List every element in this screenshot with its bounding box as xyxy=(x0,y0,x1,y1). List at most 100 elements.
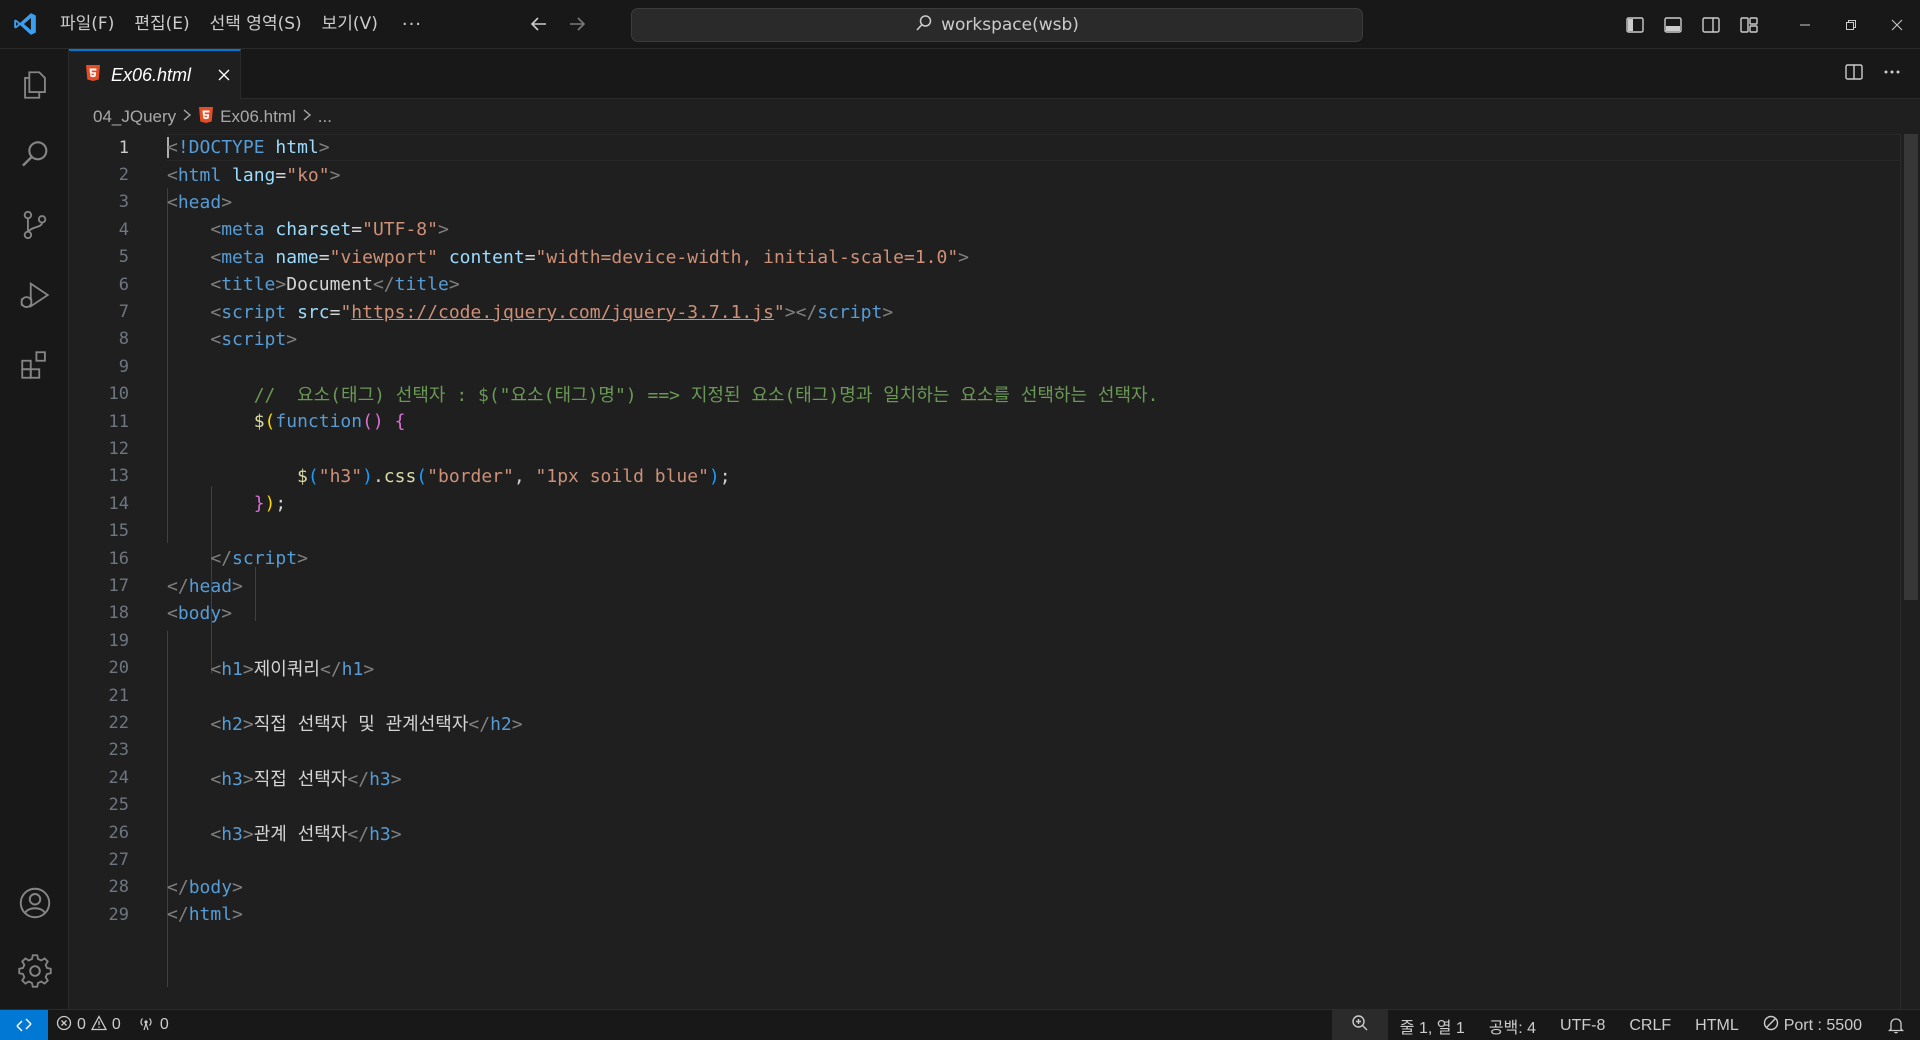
line-number: 26 xyxy=(108,822,129,843)
toggle-primary-sidebar-icon[interactable] xyxy=(1616,0,1654,49)
accounts-icon[interactable] xyxy=(0,869,69,937)
navigation-controls xyxy=(526,11,590,37)
indentation[interactable]: 공백: 4 xyxy=(1477,1010,1548,1040)
code-text: <h3>관계 선택자</h3> xyxy=(210,823,402,845)
source-control-icon[interactable] xyxy=(0,191,69,259)
code-text: </html> xyxy=(167,904,243,926)
notifications-bell-icon[interactable] xyxy=(1874,1010,1920,1040)
vertical-scrollbar[interactable] xyxy=(1900,134,1920,1009)
menu-selection[interactable]: 선택 영역(S) xyxy=(200,0,312,49)
line-number: 19 xyxy=(108,630,129,651)
command-center-search[interactable]: workspace(wsb) xyxy=(631,8,1363,42)
line-number: 17 xyxy=(108,576,129,597)
line-number: 29 xyxy=(108,904,129,925)
code-text: <head> xyxy=(167,191,233,213)
forward-arrow-icon[interactable] xyxy=(564,11,590,37)
code-line: 26 <h3>관계 선택자</h3> xyxy=(69,819,1909,846)
code-line: 27 xyxy=(69,846,1909,873)
line-number: 22 xyxy=(108,713,129,734)
line-number: 9 xyxy=(118,356,129,377)
ports-indicator[interactable]: 0 xyxy=(129,1010,177,1040)
code-line: 19 xyxy=(69,627,1909,654)
language-mode[interactable]: HTML xyxy=(1683,1010,1751,1040)
breadcrumb-symbol[interactable]: ... xyxy=(318,107,332,127)
code-text: <meta name="viewport" content="width=dev… xyxy=(210,246,970,268)
chevron-right-icon xyxy=(302,108,312,127)
run-debug-icon[interactable] xyxy=(0,261,69,329)
code-text: </body> xyxy=(167,876,243,898)
code-line: 3 <head> xyxy=(69,189,1909,216)
back-arrow-icon[interactable] xyxy=(526,11,552,37)
jquery-cdn-link[interactable]: https://code.jquery.com/jquery-3.7.1.js xyxy=(351,302,774,323)
editor-actions xyxy=(1844,49,1902,99)
status-bar-right: 줄 1, 열 1 공백: 4 UTF-8 CRLF HTML Port : 55… xyxy=(1331,1010,1920,1040)
line-number: 8 xyxy=(118,329,129,350)
more-actions-icon[interactable] xyxy=(1882,62,1902,86)
code-line: 5 <meta name="viewport" content="width=d… xyxy=(69,244,1909,271)
minimize-icon[interactable] xyxy=(1782,0,1828,49)
code-text: // 요소(태그) 선택자 : $("요소(태그)명") ==> 지정된 요소(… xyxy=(253,385,1159,407)
settings-gear-icon[interactable] xyxy=(0,937,69,1005)
code-line: 17 </head> xyxy=(69,572,1909,599)
html5-file-icon xyxy=(198,106,214,129)
menu-more-button[interactable]: ··· xyxy=(388,0,436,49)
line-number: 1 xyxy=(118,137,129,158)
code-line: 28 </body> xyxy=(69,874,1909,901)
code-text: <title>Document</title> xyxy=(210,274,460,296)
breadcrumb-file[interactable]: Ex06.html xyxy=(220,107,296,127)
code-line: 10 // 요소(태그) 선택자 : $("요소(태그)명") ==> 지정된 … xyxy=(69,381,1909,408)
menu-edit[interactable]: 편집(E) xyxy=(124,0,199,49)
remote-indicator-icon[interactable] xyxy=(0,1009,48,1040)
error-count: 0 xyxy=(77,1016,86,1033)
live-server-port[interactable]: Port : 5500 xyxy=(1751,1010,1874,1040)
split-editor-icon[interactable] xyxy=(1844,62,1864,86)
line-number: 10 xyxy=(108,384,129,405)
toggle-panel-icon[interactable] xyxy=(1654,0,1692,49)
menu-file[interactable]: 파일(F) xyxy=(50,0,124,49)
title-right-controls xyxy=(1616,0,1920,49)
code-line: 12 xyxy=(69,435,1909,462)
close-window-icon[interactable] xyxy=(1874,0,1920,49)
code-text: <h2>직접 선택자 및 관계선택자</h2> xyxy=(210,714,523,736)
toggle-secondary-sidebar-icon[interactable] xyxy=(1692,0,1730,49)
restore-icon[interactable] xyxy=(1828,0,1874,49)
code-line: 8 <script> xyxy=(69,326,1909,353)
menu-view[interactable]: 보기(V) xyxy=(312,0,388,49)
zoom-indicator[interactable] xyxy=(1331,1010,1388,1040)
cursor-position[interactable]: 줄 1, 열 1 xyxy=(1388,1010,1477,1040)
editor-tab-bar: Ex06.html xyxy=(69,49,1920,99)
line-number: 18 xyxy=(108,603,129,624)
line-number: 23 xyxy=(108,740,129,761)
code-line: 4 <meta charset="UTF-8"> xyxy=(69,216,1909,243)
ports-count: 0 xyxy=(159,1016,169,1033)
code-text: </script> xyxy=(210,548,308,570)
command-center-label: workspace(wsb) xyxy=(941,15,1079,35)
line-number: 12 xyxy=(108,439,129,460)
code-line: 22 <h2>직접 선택자 및 관계선택자</h2> xyxy=(69,709,1909,736)
end-of-line[interactable]: CRLF xyxy=(1617,1010,1683,1040)
customize-layout-icon[interactable] xyxy=(1730,0,1768,49)
code-text: $(function() { xyxy=(253,411,406,433)
code-line: 21 xyxy=(69,682,1909,709)
explorer-icon[interactable] xyxy=(0,51,69,119)
code-line: 13 $("h3").css("border", "1px soild blue… xyxy=(69,463,1909,490)
code-text: <meta charset="UTF-8"> xyxy=(210,219,449,241)
scrollbar-thumb[interactable] xyxy=(1904,134,1918,600)
html5-file-icon xyxy=(85,64,101,86)
code-text: }); xyxy=(253,493,287,515)
breadcrumb-folder[interactable]: 04_JQuery xyxy=(93,107,176,127)
close-tab-icon[interactable] xyxy=(213,64,235,86)
search-view-icon[interactable] xyxy=(0,121,69,189)
line-number: 7 xyxy=(118,302,129,323)
extensions-icon[interactable] xyxy=(0,331,69,399)
code-line: 1 <!DOCTYPE html> xyxy=(69,134,1909,161)
warning-count: 0 xyxy=(111,1016,121,1033)
encoding[interactable]: UTF-8 xyxy=(1548,1010,1617,1040)
tab-ex06-html[interactable]: Ex06.html xyxy=(69,49,241,99)
problems-indicator[interactable]: 0 0 xyxy=(48,1010,129,1040)
code-line: 29 </html> xyxy=(69,901,1909,928)
warning-icon xyxy=(90,1014,107,1036)
code-text: <body> xyxy=(167,602,233,624)
code-text: <h3>직접 선택자</h3> xyxy=(210,768,402,790)
code-editor[interactable]: 1 <!DOCTYPE html> 2 <html lang="ko"> 3 <… xyxy=(69,134,1920,1009)
